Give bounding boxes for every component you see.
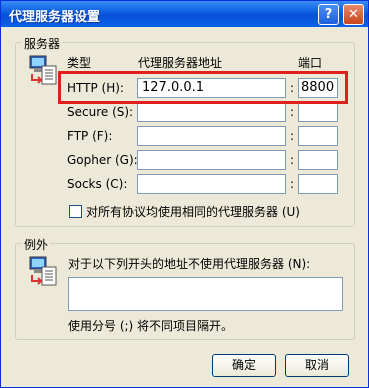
gopher-label: Gopher (G): [67,153,138,167]
gopher-colon: : [290,153,295,167]
ftp-colon: : [290,129,295,143]
secure-address-input[interactable] [137,102,286,122]
help-button[interactable]: ? [318,4,339,25]
column-port-header: 端口 [298,56,323,70]
dialog-title: 代理服务器设置 [9,10,101,25]
exceptions-hint: 使用分号 (;) 将不同项目隔开。 [68,319,234,333]
socks-address-input[interactable] [137,174,286,194]
ok-button[interactable]: 确定 [212,354,276,377]
same-proxy-checkbox[interactable] [69,205,82,218]
column-type-header: 类型 [67,56,92,70]
secure-port-input[interactable] [298,102,338,122]
title-bar[interactable]: 代理服务器设置 ? ✕ [1,1,368,27]
close-button[interactable]: ✕ [343,4,364,25]
exceptions-group-label: 例外 [22,236,51,253]
network-computer-icon [29,55,57,85]
ftp-port-input[interactable] [298,126,338,146]
exceptions-description: 对于以下列开头的地址不使用代理服务器 (N): [68,257,311,271]
cancel-button[interactable]: 取消 [285,354,349,377]
proxy-settings-dialog: 代理服务器设置 ? ✕ 服务器 类型 代理服务器地址 端口 HTTP (H): … [0,0,369,388]
column-address-header: 代理服务器地址 [138,56,223,70]
socks-colon: : [290,177,295,191]
ftp-address-input[interactable] [137,126,286,146]
socks-label: Socks (C): [67,177,128,191]
http-row-highlight [58,71,348,104]
network-computer-icon [29,256,57,286]
same-proxy-label[interactable]: 对所有协议均使用相同的代理服务器 (U) [86,203,300,220]
gopher-address-input[interactable] [137,150,286,170]
secure-colon: : [290,105,295,119]
gopher-port-input[interactable] [298,150,338,170]
socks-port-input[interactable] [298,174,338,194]
secure-label: Secure (S): [67,105,134,119]
exceptions-input[interactable] [68,277,343,311]
ftp-label: FTP (F): [67,129,113,143]
servers-group-label: 服务器 [22,35,63,52]
